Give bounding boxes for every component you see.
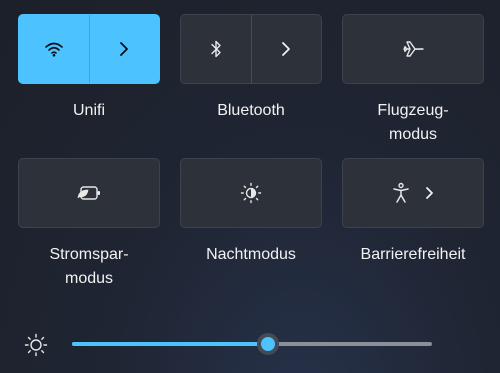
label-line: Barrierefreiheit [360, 246, 466, 263]
airplane-mode-label: Flugzeug- modus [342, 99, 484, 147]
bluetooth-tile [180, 14, 322, 84]
label-line: Flugzeug- [377, 102, 449, 119]
bluetooth-label: Bluetooth [180, 99, 322, 123]
wifi-tile [18, 14, 160, 84]
bluetooth-more-button[interactable] [252, 15, 322, 83]
airplane-icon [402, 39, 424, 59]
wifi-toggle-button[interactable] [19, 15, 89, 83]
label-line: Unifi [72, 102, 105, 119]
label-line: Bluetooth [217, 102, 285, 119]
battery-saver-button[interactable] [18, 158, 160, 228]
label-line: Stromspar- [49, 246, 129, 263]
sun-icon [24, 333, 48, 357]
label-line: Nachtmodus [206, 246, 296, 263]
brightness-row [0, 320, 500, 368]
brightness-slider-thumb[interactable] [257, 333, 279, 355]
brightness-slider-fill [72, 342, 268, 346]
accessibility-button[interactable] [342, 158, 484, 228]
chevron-right-icon [281, 41, 291, 57]
label-line: modus [64, 270, 114, 287]
bluetooth-icon [209, 39, 223, 59]
bluetooth-toggle-button[interactable] [181, 15, 251, 83]
chevron-right-icon [425, 185, 435, 201]
label-line: modus [388, 126, 438, 143]
brightness-slider-track[interactable] [72, 342, 432, 346]
night-light-button[interactable] [180, 158, 322, 228]
wifi-label: Unifi [18, 99, 160, 123]
accessibility-label: Barrierefreiheit [342, 243, 484, 267]
night-light-label: Nachtmodus [180, 243, 322, 267]
chevron-right-icon [119, 41, 129, 57]
wifi-more-button[interactable] [90, 15, 160, 83]
airplane-mode-button[interactable] [342, 14, 484, 84]
wifi-icon [44, 41, 64, 57]
battery-saver-icon [76, 184, 102, 202]
night-light-icon [240, 182, 262, 204]
accessibility-icon [391, 182, 411, 204]
battery-saver-label: Stromspar- modus [18, 243, 160, 291]
